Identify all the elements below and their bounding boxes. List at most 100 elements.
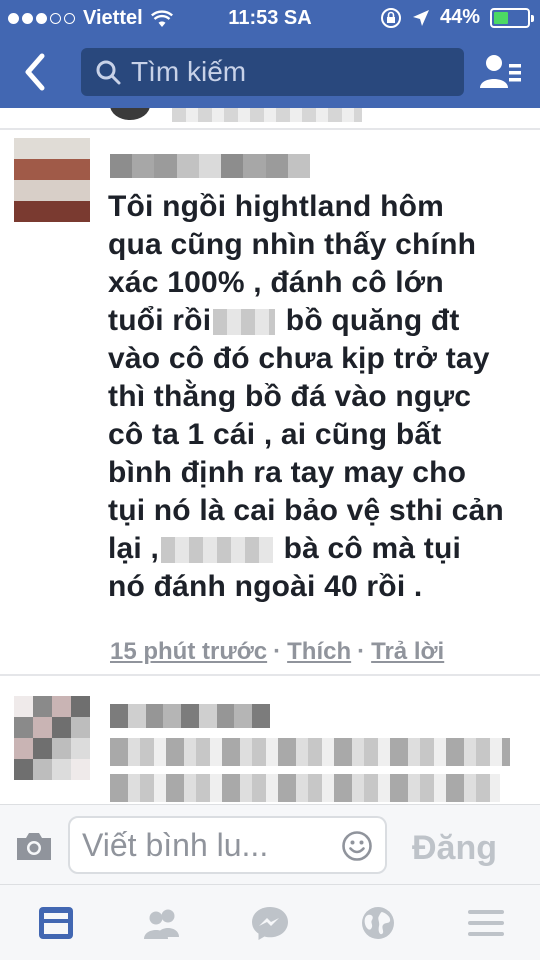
search-placeholder: Tìm kiếm <box>131 56 247 87</box>
pixelation-block <box>33 159 52 180</box>
comment-line: thì thằng bồ đá vào ngực <box>108 380 472 413</box>
battery-icon <box>490 7 534 28</box>
status-bar: Viettel 11:53 SA 44% <box>0 0 540 36</box>
redacted-comment-body <box>110 738 510 804</box>
comments-feed[interactable]: Tôi ngồi hightland hôm qua cũng nhìn thấ… <box>0 108 540 804</box>
pixelation-block <box>33 696 52 717</box>
pixelation-block <box>14 180 33 201</box>
avatar <box>110 108 150 120</box>
bottom-tab-bar <box>0 884 540 960</box>
comment-item <box>0 688 540 804</box>
comment-line: vào cô đó chưa kịp trở tay <box>108 342 490 375</box>
comment-line: bình định ra tay may cho <box>108 456 467 489</box>
pixelation-block <box>33 180 52 201</box>
pixelation-block <box>14 159 33 180</box>
comment-segment: bồ quăng đt <box>285 304 460 337</box>
comment-line: Tôi ngồi hightland hôm <box>108 190 444 223</box>
menu-icon[interactable] <box>466 905 506 941</box>
comment-segment: lại , <box>108 532 160 565</box>
pixelation-block <box>71 138 90 159</box>
comment-line: qua cũng nhìn thấy chính <box>108 228 477 261</box>
timestamp-link[interactable]: 15 phút trước <box>110 638 267 666</box>
comment-item: Tôi ngồi hightland hôm qua cũng nhìn thấ… <box>0 130 540 670</box>
friend-requests-icon[interactable] <box>478 52 522 92</box>
like-button[interactable]: Thích <box>287 638 351 666</box>
reply-button[interactable]: Trả lời <box>371 638 444 666</box>
pixelation-block <box>71 696 90 717</box>
pixelation-block <box>52 717 71 738</box>
rotation-lock-icon <box>380 7 401 28</box>
comment-line: tuổi rồi bồ quăng đt <box>108 302 528 340</box>
redacted-author-name[interactable] <box>110 704 270 728</box>
pixelation-block <box>33 759 52 780</box>
avatar[interactable] <box>14 696 90 780</box>
search-input[interactable]: Tìm kiếm <box>81 48 464 96</box>
pixelation-block <box>52 201 71 222</box>
pixelation-block <box>71 717 90 738</box>
search-icon <box>96 60 121 85</box>
friends-icon[interactable] <box>142 905 182 941</box>
pixelation-block <box>33 717 52 738</box>
pixelation-block <box>14 717 33 738</box>
pixelation-block <box>52 180 71 201</box>
back-chevron-icon[interactable] <box>16 50 56 94</box>
comment-line: nó đánh ngoài 40 rồi . <box>108 570 423 603</box>
comment-line: tụi nó là cai bảo vệ sthi cản <box>108 494 504 527</box>
nav-bar: Tìm kiếm <box>0 36 540 108</box>
pixelation-block <box>145 704 164 728</box>
redacted-text <box>110 774 500 802</box>
pixelation-block <box>52 738 71 759</box>
news-feed-icon[interactable] <box>36 905 76 941</box>
comment-line: lại , bà cô mà tụi <box>108 530 528 568</box>
globe-icon[interactable] <box>358 905 398 941</box>
post-button[interactable]: Đăng <box>412 829 497 868</box>
pixelation-block <box>33 138 52 159</box>
comment-line: cô ta 1 cái , ai cũng bất <box>108 418 442 451</box>
pixelation-block <box>52 138 71 159</box>
pixelation-block <box>14 696 33 717</box>
pixelation-block <box>221 154 244 178</box>
redacted-text <box>213 309 276 336</box>
pixelation-block <box>71 201 90 222</box>
separator: · <box>273 638 282 665</box>
pixelation-block <box>181 704 199 728</box>
camera-icon[interactable] <box>14 829 54 863</box>
pixelation-block <box>52 759 71 780</box>
pixelation-block <box>33 201 52 222</box>
comment-body: Tôi ngồi hightland hôm qua cũng nhìn thấ… <box>108 188 528 606</box>
pixelation-block <box>14 138 33 159</box>
messenger-icon[interactable] <box>250 905 290 941</box>
pixelation-block <box>71 738 90 759</box>
comment-segment: tuổi rồi <box>108 304 212 337</box>
redacted-text <box>110 738 510 766</box>
top-header: Viettel 11:53 SA 44% Tìm kiếm <box>0 0 540 108</box>
avatar[interactable] <box>14 138 90 222</box>
smiley-icon[interactable] <box>341 830 373 862</box>
previous-comment-fragment <box>0 108 540 128</box>
pixelation-block <box>154 154 177 178</box>
pixelation-block <box>198 154 222 178</box>
pixelation-block <box>216 704 235 728</box>
comment-placeholder: Viết bình lu... <box>82 826 269 863</box>
comment-input[interactable]: Viết bình lu... <box>68 816 387 874</box>
redacted-text <box>172 108 362 122</box>
pixelation-block <box>243 154 266 178</box>
separator: · <box>357 638 366 665</box>
pixelation-block <box>52 159 71 180</box>
pixelation-block <box>110 154 133 178</box>
pixelation-block <box>198 704 217 728</box>
comment-composer: Viết bình lu... Đăng <box>0 804 540 884</box>
divider <box>0 674 540 676</box>
pixelation-block <box>14 738 33 759</box>
battery-percent: 44% <box>439 6 480 28</box>
pixelation-block <box>14 201 33 222</box>
comment-segment: bà cô mà tụi <box>283 532 462 565</box>
comment-actions: 15 phút trước · Thích · Trả lời <box>110 638 444 666</box>
pixelation-block <box>287 154 310 178</box>
pixelation-block <box>163 704 182 728</box>
pixelation-block <box>234 704 253 728</box>
redacted-author-name[interactable] <box>110 154 310 178</box>
pixelation-block <box>71 180 90 201</box>
pixelation-block <box>14 759 33 780</box>
pixelation-block <box>132 154 155 178</box>
